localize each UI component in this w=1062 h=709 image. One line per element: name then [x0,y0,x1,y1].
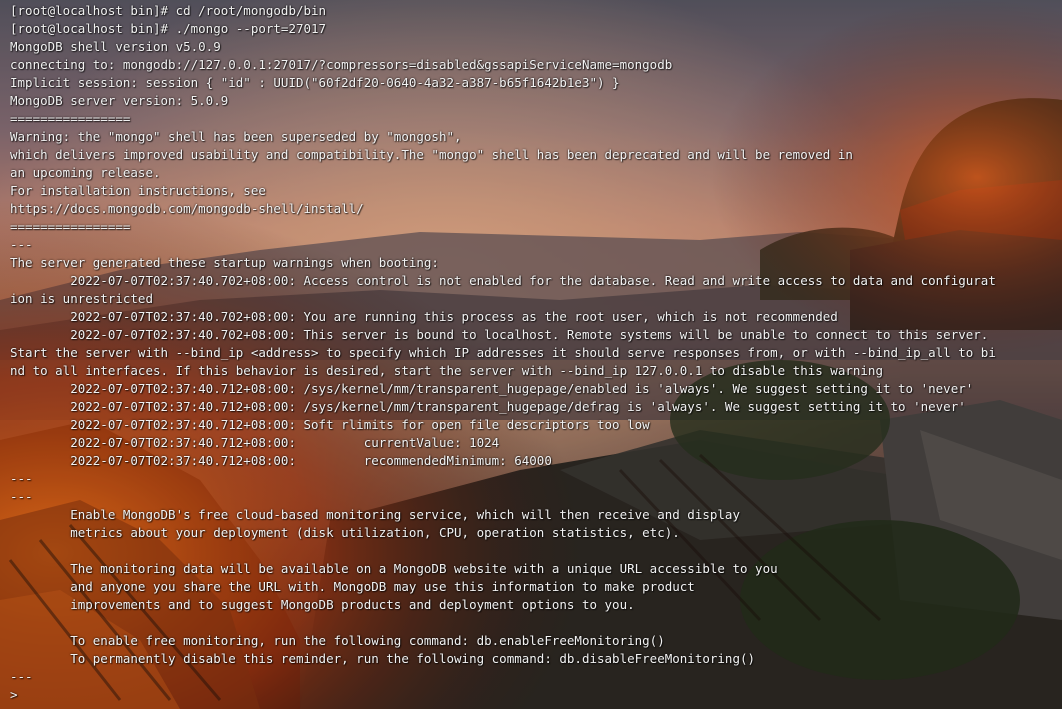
terminal-line: ion is unrestricted [10,291,153,306]
terminal-line: 2022-07-07T02:37:40.702+08:00: You are r… [10,309,838,324]
terminal-line: connecting to: mongodb://127.0.0.1:27017… [10,57,673,72]
terminal-line: --- [10,669,33,684]
terminal-line: Warning: the "mongo" shell has been supe… [10,129,462,144]
terminal-line: MongoDB shell version v5.0.9 [10,39,221,54]
terminal-line: which delivers improved usability and co… [10,147,853,162]
terminal-line: improvements and to suggest MongoDB prod… [10,597,635,612]
terminal-line: To permanently disable this reminder, ru… [10,651,756,666]
terminal-line: 2022-07-07T02:37:40.712+08:00: /sys/kern… [10,381,974,396]
terminal-line: 2022-07-07T02:37:40.712+08:00: currentVa… [10,435,500,450]
terminal-line: Enable MongoDB's free cloud-based monito… [10,507,740,522]
terminal-line: [root@localhost bin]# cd /root/mongodb/b… [10,3,327,18]
terminal-line: 2022-07-07T02:37:40.702+08:00: This serv… [10,327,989,342]
terminal-line: and anyone you share the URL with. Mongo… [10,579,695,594]
terminal-line: --- [10,489,33,504]
terminal-line: metrics about your deployment (disk util… [10,525,680,540]
terminal-line: 2022-07-07T02:37:40.712+08:00: Soft rlim… [10,417,650,432]
terminal-line: 2022-07-07T02:37:40.712+08:00: /sys/kern… [10,399,966,414]
terminal-line: ================ [10,219,131,234]
terminal-line: https://docs.mongodb.com/mongodb-shell/i… [10,201,364,216]
terminal-line: an upcoming release. [10,165,161,180]
terminal-line: 2022-07-07T02:37:40.712+08:00: recommend… [10,453,552,468]
terminal-line: To enable free monitoring, run the follo… [10,633,665,648]
terminal-line: For installation instructions, see [10,183,266,198]
terminal-line: --- [10,237,33,252]
terminal-line: Start the server with --bind_ip <address… [10,345,996,360]
terminal-line: The monitoring data will be available on… [10,561,778,576]
terminal-line: [root@localhost bin]# ./mongo --port=270… [10,21,327,36]
terminal-window[interactable]: [root@localhost bin]# cd /root/mongodb/b… [0,0,1062,709]
shell-prompt-line: > [10,687,18,702]
terminal-line: Implicit session: session { "id" : UUID(… [10,75,620,90]
terminal-line: ================ [10,111,131,126]
terminal-line: 2022-07-07T02:37:40.702+08:00: Access co… [10,273,996,288]
terminal-line: --- [10,471,33,486]
terminal-line: nd to all interfaces. If this behavior i… [10,363,883,378]
terminal-line: MongoDB server version: 5.0.9 [10,93,229,108]
terminal-line: The server generated these startup warni… [10,255,439,270]
terminal-output[interactable]: [root@localhost bin]# cd /root/mongodb/b… [10,2,1062,709]
